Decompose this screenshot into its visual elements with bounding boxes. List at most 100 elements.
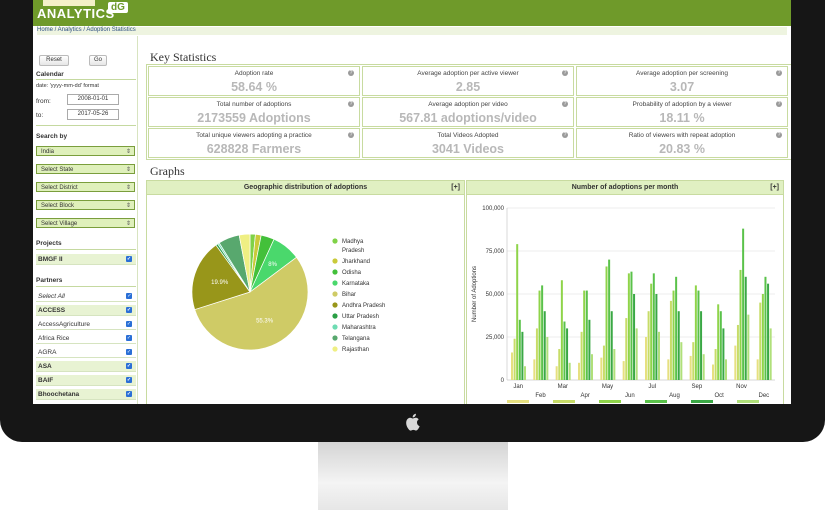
bar[interactable] xyxy=(585,290,588,380)
bar[interactable] xyxy=(744,276,747,380)
bar[interactable] xyxy=(677,311,680,380)
bar[interactable] xyxy=(633,294,636,380)
bar[interactable] xyxy=(580,331,583,380)
partner-item[interactable]: AccessAgriculture ✓ xyxy=(36,319,136,330)
bar[interactable] xyxy=(518,319,521,380)
partner-item[interactable]: BAIF ✓ xyxy=(36,375,136,386)
to-date-input[interactable]: 2017-05-26 xyxy=(67,109,119,120)
village-select[interactable]: Select Village ⇕ xyxy=(36,218,135,228)
help-icon[interactable]: ? xyxy=(348,132,354,138)
bar[interactable] xyxy=(658,331,660,380)
bar[interactable] xyxy=(600,357,603,380)
bar[interactable] xyxy=(568,362,571,380)
legend-swatch[interactable] xyxy=(691,400,713,403)
checkbox-checked-icon[interactable]: ✓ xyxy=(126,256,132,262)
bar[interactable] xyxy=(622,361,625,380)
bar[interactable] xyxy=(756,359,759,380)
bar[interactable] xyxy=(541,285,544,380)
help-icon[interactable]: ? xyxy=(348,70,354,76)
bar[interactable] xyxy=(566,328,569,380)
bar[interactable] xyxy=(524,366,526,380)
bar[interactable] xyxy=(700,311,703,380)
bar[interactable] xyxy=(692,342,695,380)
bar[interactable] xyxy=(675,276,678,380)
bar[interactable] xyxy=(655,294,658,380)
breadcrumb[interactable]: Home / Analytics / Adoption Statistics xyxy=(37,27,787,35)
help-icon[interactable]: ? xyxy=(776,70,782,76)
checkbox-checked-icon[interactable]: ✓ xyxy=(126,349,132,355)
app-logo[interactable]: ANALYTICS xyxy=(37,6,115,21)
legend-swatch[interactable] xyxy=(645,400,667,403)
partner-item[interactable]: ACCESS ✓ xyxy=(36,305,136,316)
bar[interactable] xyxy=(591,354,593,380)
bar[interactable] xyxy=(543,311,546,380)
bar[interactable] xyxy=(516,244,519,380)
bar[interactable] xyxy=(563,321,566,380)
help-icon[interactable]: ? xyxy=(776,101,782,107)
bar[interactable] xyxy=(667,359,670,380)
bar[interactable] xyxy=(555,366,558,380)
bar[interactable] xyxy=(546,337,549,380)
help-icon[interactable]: ? xyxy=(776,132,782,138)
bar[interactable] xyxy=(513,338,516,380)
bar[interactable] xyxy=(602,345,605,380)
expand-button[interactable]: [+] xyxy=(770,181,779,194)
bar[interactable] xyxy=(533,359,536,380)
go-button[interactable]: Go xyxy=(89,55,107,66)
district-select[interactable]: Select District ⇕ xyxy=(36,182,135,192)
bar[interactable] xyxy=(764,276,767,380)
bar[interactable] xyxy=(747,314,750,380)
help-icon[interactable]: ? xyxy=(562,101,568,107)
bar[interactable] xyxy=(650,283,653,380)
checkbox-checked-icon[interactable]: ✓ xyxy=(126,363,132,369)
help-icon[interactable]: ? xyxy=(562,70,568,76)
checkbox-checked-icon[interactable]: ✓ xyxy=(126,391,132,397)
partner-item-select-all[interactable]: Select All ✓ xyxy=(36,291,136,302)
partner-item[interactable]: Bhoochetana ✓ xyxy=(36,389,136,400)
bar[interactable] xyxy=(694,285,697,380)
bar[interactable] xyxy=(605,266,608,380)
bar[interactable] xyxy=(645,337,647,380)
bar[interactable] xyxy=(712,364,714,380)
bar[interactable] xyxy=(734,345,737,380)
state-select[interactable]: Select State ⇕ xyxy=(36,164,135,174)
bar[interactable] xyxy=(714,349,717,380)
help-icon[interactable]: ? xyxy=(348,101,354,107)
bar[interactable] xyxy=(538,290,541,380)
checkbox-checked-icon[interactable]: ✓ xyxy=(126,335,132,341)
bar[interactable] xyxy=(742,228,745,380)
bar[interactable] xyxy=(630,271,633,380)
bar[interactable] xyxy=(610,311,613,380)
bar[interactable] xyxy=(689,355,692,380)
bar[interactable] xyxy=(635,328,638,380)
country-select[interactable]: India ⇕ xyxy=(36,146,135,156)
partner-item[interactable]: AGRA ✓ xyxy=(36,347,136,358)
partner-item[interactable]: ASA ✓ xyxy=(36,361,136,372)
bar[interactable] xyxy=(652,273,655,380)
checkbox-checked-icon[interactable]: ✓ xyxy=(126,293,132,299)
checkbox-checked-icon[interactable]: ✓ xyxy=(126,307,132,313)
legend-swatch[interactable] xyxy=(737,400,759,403)
bar[interactable] xyxy=(521,331,524,380)
bar[interactable] xyxy=(722,328,725,380)
legend-swatch[interactable] xyxy=(507,400,529,403)
block-select[interactable]: Select Block ⇕ xyxy=(36,200,135,210)
bar[interactable] xyxy=(627,273,630,380)
bar[interactable] xyxy=(717,304,720,380)
bar[interactable] xyxy=(669,300,672,380)
bar[interactable] xyxy=(608,259,611,380)
bar[interactable] xyxy=(759,302,762,380)
bar[interactable] xyxy=(535,328,538,380)
bar[interactable] xyxy=(697,290,700,380)
from-date-input[interactable]: 2008-01-01 xyxy=(67,94,119,105)
legend-swatch[interactable] xyxy=(599,400,621,403)
bar[interactable] xyxy=(725,359,727,380)
bar[interactable] xyxy=(647,311,650,380)
partner-item[interactable]: Africa Rice ✓ xyxy=(36,333,136,344)
bar[interactable] xyxy=(558,349,561,380)
bar[interactable] xyxy=(739,269,742,380)
bar[interactable] xyxy=(511,352,513,380)
bar[interactable] xyxy=(613,349,616,380)
bar[interactable] xyxy=(769,328,772,380)
bar[interactable] xyxy=(719,311,722,380)
